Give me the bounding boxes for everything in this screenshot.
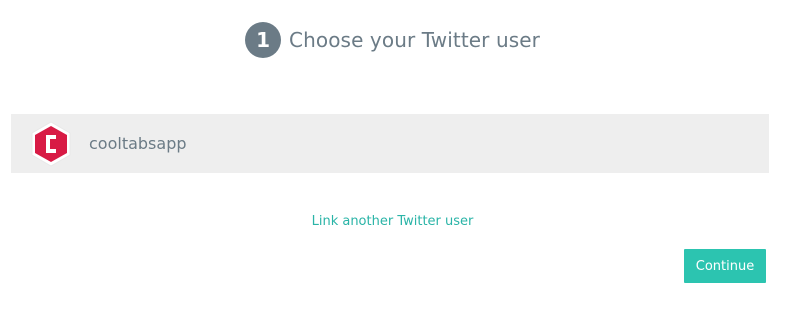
page-title: Choose your Twitter user — [289, 28, 540, 52]
continue-button[interactable]: Continue — [684, 249, 766, 283]
link-another-user-link[interactable]: Link another Twitter user — [0, 214, 785, 229]
twitter-account-row[interactable]: cooltabsapp — [11, 114, 769, 173]
step-header: 1 Choose your Twitter user — [0, 22, 785, 58]
hexagon-logo-icon — [31, 120, 71, 167]
account-username: cooltabsapp — [89, 134, 187, 153]
avatar — [30, 120, 72, 167]
step-number-badge: 1 — [245, 22, 282, 58]
